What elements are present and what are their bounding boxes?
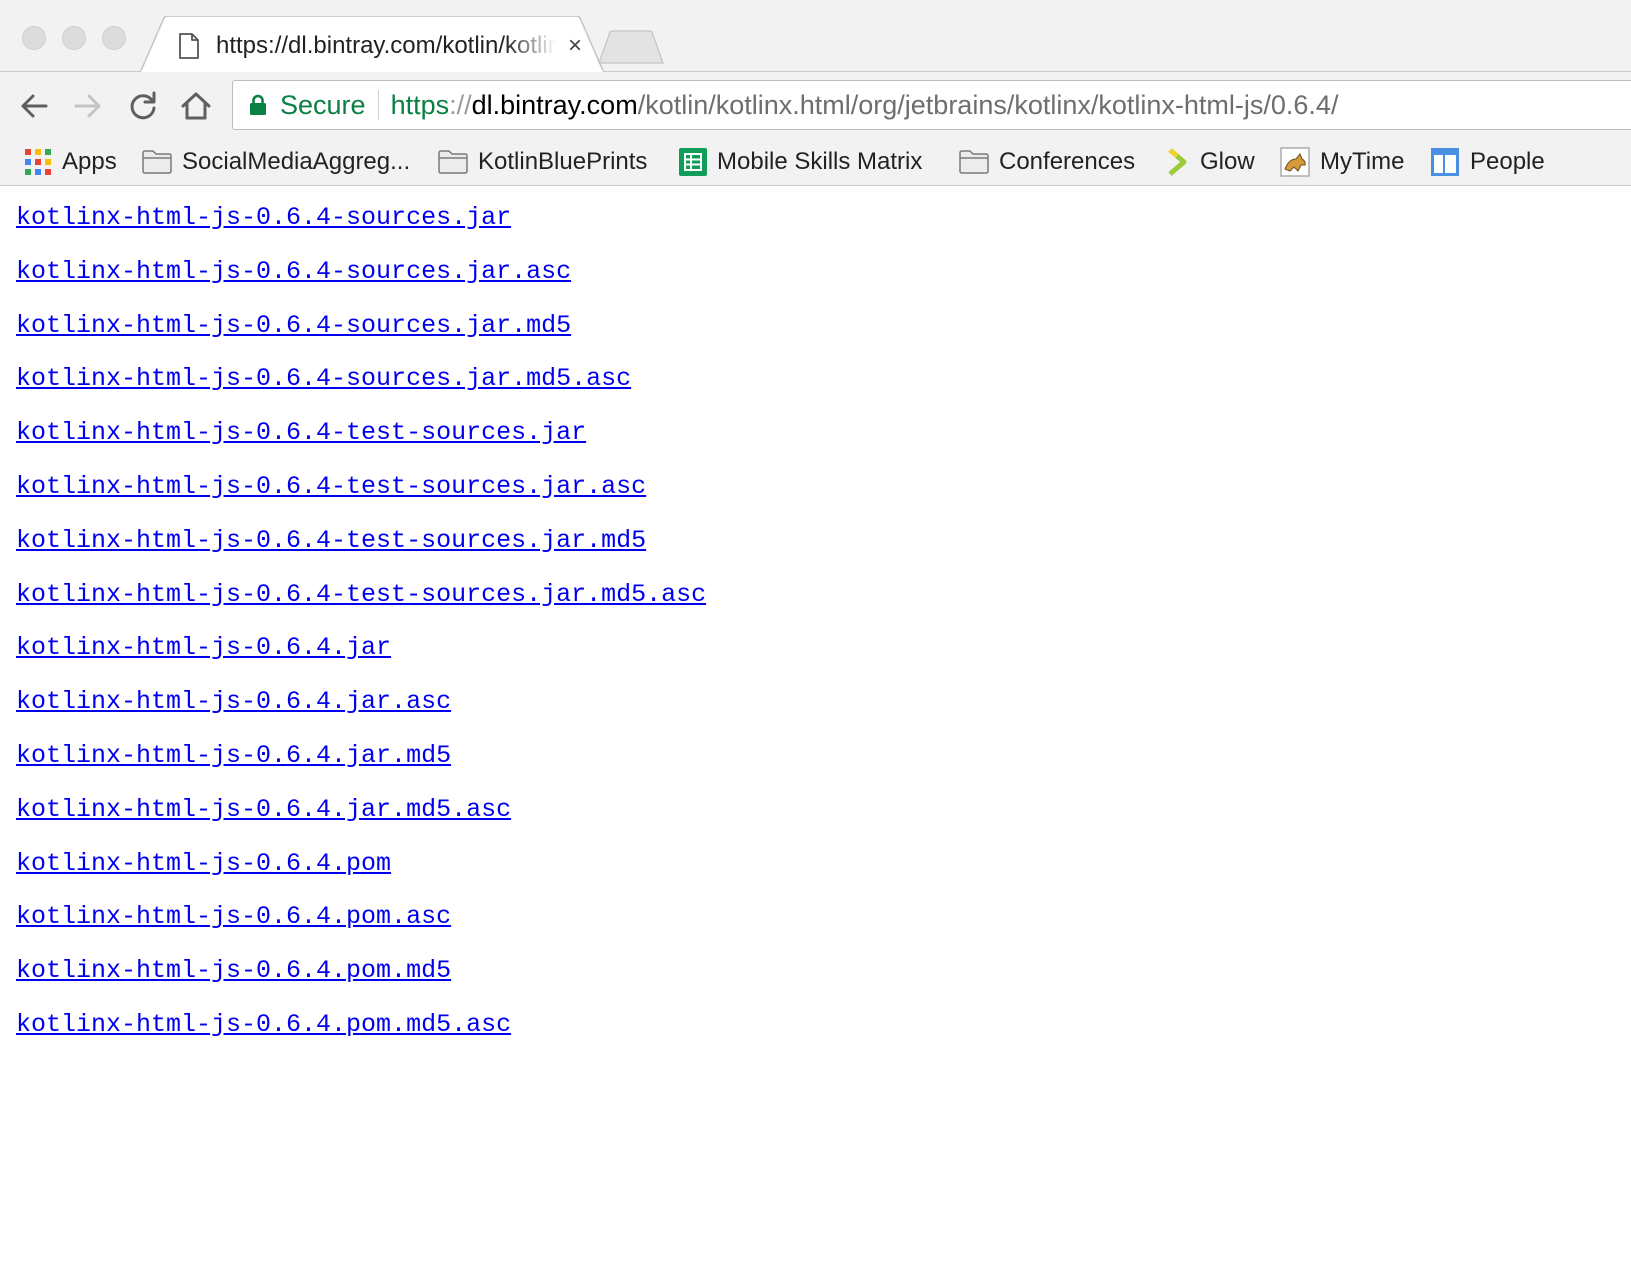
lock-icon [250,94,266,115]
home-icon[interactable] [178,88,214,124]
file-link[interactable]: kotlinx-html-js-0.6.4-test-sources.jar.m… [16,575,1516,615]
bookmark-label: KotlinBluePrints [478,148,648,175]
window-minimize-dot[interactable] [62,26,86,50]
file-link[interactable]: kotlinx-html-js-0.6.4.pom.asc [16,897,1516,937]
file-link[interactable]: kotlinx-html-js-0.6.4.jar.md5 [16,736,1516,776]
tab-strip: https://dl.bintray.com/kotlin/kotlinx.ht… [0,0,1631,73]
file-link[interactable]: kotlinx-html-js-0.6.4.pom.md5.asc [16,1005,1516,1045]
directory-listing: kotlinx-html-js-0.6.4-sources.jar kotlin… [16,198,1516,1059]
folder-icon [142,150,172,174]
bookmark-label: SocialMediaAggreg... [182,148,411,175]
file-link[interactable]: kotlinx-html-js-0.6.4-sources.jar.asc [16,252,1516,292]
document-icon [179,33,199,59]
window-zoom-dot[interactable] [102,26,126,50]
forward-arrow-icon[interactable] [70,88,106,124]
bookmarks-bar: Apps SocialMediaAggreg... KotlinBluePrin… [0,138,1631,186]
file-link[interactable]: kotlinx-html-js-0.6.4-sources.jar.md5.as… [16,359,1516,399]
bookmark-label: Conferences [999,148,1136,175]
url-host: dl.bintray.com [471,89,638,120]
file-link[interactable]: kotlinx-html-js-0.6.4.jar.md5.asc [16,790,1516,830]
url-scheme: https [390,89,450,120]
folder-icon [959,150,989,174]
tab-title: https://dl.bintray.com/kotlin/kotlinx.ht… [216,32,556,59]
new-tab-button[interactable] [598,30,664,64]
secure-label: Secure [280,89,366,120]
reload-icon[interactable] [125,88,161,124]
bookmark-label: Mobile Skills Matrix [717,148,923,175]
file-link[interactable]: kotlinx-html-js-0.6.4.pom [16,844,1516,884]
url-path: /kotlin/kotlinx.html/org/jetbrains/kotli… [637,89,1339,120]
file-link[interactable]: kotlinx-html-js-0.6.4-test-sources.jar.m… [16,521,1516,561]
bookmark-label: MyTime [1320,148,1405,175]
file-link[interactable]: kotlinx-html-js-0.6.4.jar.asc [16,682,1516,722]
bookmark-folder-conferences[interactable]: Conferences [959,142,1135,182]
glow-chevron-icon [1168,148,1187,176]
url-separator: :// [449,89,472,120]
folder-icon [438,150,468,174]
bookmark-folder-kotlinblueprints[interactable]: KotlinBluePrints [438,142,647,182]
back-arrow-icon[interactable] [16,88,52,124]
omnibox-divider [377,90,379,120]
file-link[interactable]: kotlinx-html-js-0.6.4-test-sources.jar.a… [16,467,1516,507]
bookmark-apps[interactable]: Apps [24,142,117,182]
window-close-dot[interactable] [22,26,46,50]
bookmark-folder-social[interactable]: SocialMediaAggreg... [142,142,410,182]
apps-grid-icon [25,149,51,175]
browser-toolbar: Secure https://dl.bintray.com/kotlin/kot… [0,72,1631,138]
tab-close-icon[interactable]: × [568,32,582,60]
tomcat-icon [1280,147,1310,177]
bookmark-mobile-skills-matrix[interactable]: Mobile Skills Matrix [679,142,922,182]
file-link[interactable]: kotlinx-html-js-0.6.4-test-sources.jar [16,413,1516,453]
bookmark-label: Apps [62,148,117,175]
tab-content: https://dl.bintray.com/kotlin/kotlinx.ht… [178,28,598,64]
file-link[interactable]: kotlinx-html-js-0.6.4-sources.jar [16,198,1516,238]
bookmark-label: Glow [1200,148,1255,175]
bookmark-people[interactable]: People [1430,142,1545,182]
spreadsheet-icon [679,148,707,176]
file-link[interactable]: kotlinx-html-js-0.6.4.jar [16,628,1516,668]
bookmark-glow[interactable]: Glow [1166,142,1255,182]
file-link[interactable]: kotlinx-html-js-0.6.4.pom.md5 [16,951,1516,991]
bookmark-label: People [1470,148,1545,175]
layout-icon [1431,148,1459,176]
file-link[interactable]: kotlinx-html-js-0.6.4-sources.jar.md5 [16,306,1516,346]
address-bar[interactable]: Secure https://dl.bintray.com/kotlin/kot… [232,80,1631,130]
bookmark-mytime[interactable]: MyTime [1280,142,1404,182]
